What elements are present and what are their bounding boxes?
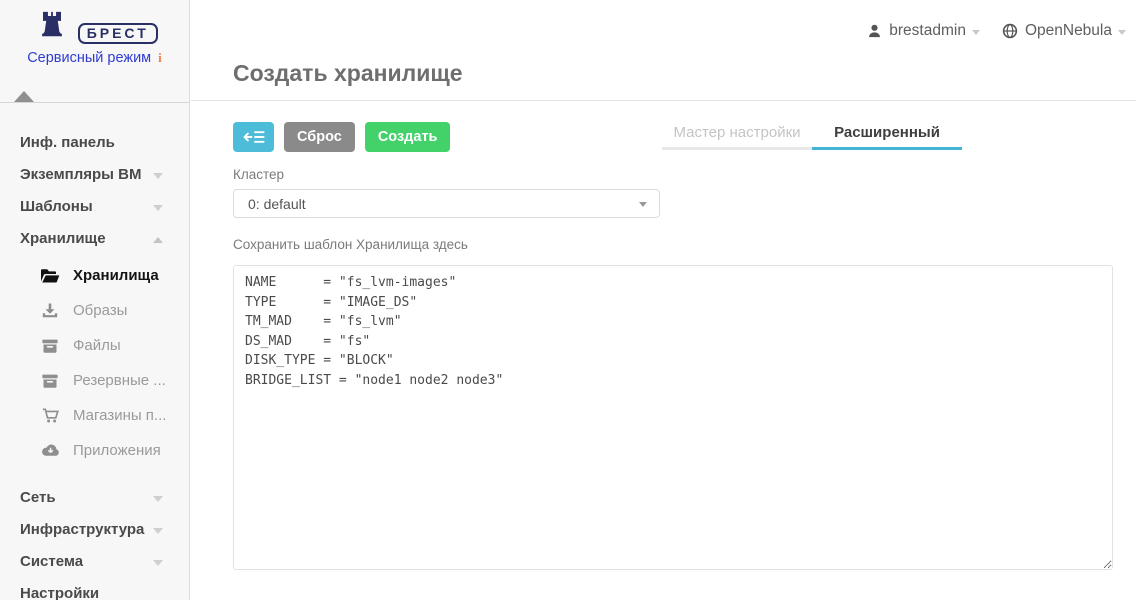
tab-advanced[interactable]: Расширенный — [812, 120, 962, 150]
template-label: Сохранить шаблон Хранилища здесь — [233, 237, 1113, 252]
cluster-selected-value: 0: default — [248, 196, 306, 212]
main-content: brestadmin OpenNebula Создать хранилище — [191, 0, 1136, 600]
sidebar-item-label: Магазины п... — [73, 407, 166, 424]
sidebar-item-templates[interactable]: Шаблоны — [0, 191, 189, 223]
cluster-label: Кластер — [233, 167, 1113, 182]
chevron-down-icon — [153, 528, 163, 534]
sidebar-item-apps[interactable]: Приложения — [0, 433, 189, 468]
top-menu: brestadmin OpenNebula — [867, 22, 1126, 40]
chevron-up-icon — [153, 237, 163, 243]
chevron-down-icon — [153, 560, 163, 566]
back-to-list-button[interactable] — [233, 122, 274, 152]
sidebar-item-label: Резервные ... — [73, 372, 166, 389]
tab-wizard[interactable]: Мастер настройки — [662, 120, 812, 150]
sidebar-item-network[interactable]: Сеть — [0, 482, 189, 514]
sidebar-nav: Инф. панель Экземпляры ВМ Шаблоны Хранил… — [0, 103, 189, 600]
chevron-down-icon — [153, 496, 163, 502]
sidebar-item-label: Шаблоны — [20, 198, 93, 215]
zone-menu[interactable]: OpenNebula — [1002, 22, 1126, 40]
shopping-cart-icon — [40, 408, 60, 423]
globe-icon — [1002, 23, 1018, 39]
sidebar-item-infrastructure[interactable]: Инфраструктура — [0, 514, 189, 546]
sidebar-item-label: Хранилища — [73, 267, 159, 284]
service-mode-link[interactable]: Сервисный режим — [27, 50, 151, 66]
chevron-down-icon — [153, 173, 163, 179]
sidebar-item-marketplaces[interactable]: Магазины п... — [0, 398, 189, 433]
download-icon — [40, 303, 60, 318]
info-icon[interactable]: i — [158, 50, 162, 65]
sidebar-item-backups[interactable]: Резервные ... — [0, 363, 189, 398]
cluster-select[interactable]: 0: default — [233, 189, 660, 218]
toolbar: Сброс Создать — [233, 122, 460, 152]
user-menu[interactable]: brestadmin — [867, 22, 980, 40]
datastore-form: Кластер 0: default Сохранить шаблон Хран… — [233, 167, 1113, 570]
mode-tabs: Мастер настройки Расширенный — [662, 120, 962, 150]
sidebar-item-label: Инф. панель — [20, 134, 115, 151]
zone-name: OpenNebula — [1025, 22, 1112, 40]
sidebar-item-label: Система — [20, 553, 83, 570]
sidebar-item-label: Образы — [73, 302, 127, 319]
chevron-down-icon — [639, 202, 647, 207]
sidebar-item-dashboard[interactable]: Инф. панель — [0, 127, 189, 159]
sidebar-item-vm-instances[interactable]: Экземпляры ВМ — [0, 159, 189, 191]
sidebar-item-label: Хранилище — [20, 230, 106, 247]
archive-box-icon — [40, 339, 60, 353]
app-window: БРЕСТ Сервисный режим i Инф. панель Экзем… — [0, 0, 1136, 600]
brand-header: БРЕСТ Сервисный режим i — [0, 0, 189, 103]
cloud-download-icon — [40, 444, 60, 457]
sidebar-item-label: Инфраструктура — [20, 521, 144, 538]
archive-box-icon — [40, 374, 60, 388]
create-button[interactable]: Создать — [365, 122, 451, 152]
sidebar-item-datastores[interactable]: Хранилища — [0, 258, 189, 293]
chevron-down-icon — [1118, 30, 1126, 35]
folder-open-icon — [40, 268, 60, 283]
sidebar-item-label: Файлы — [73, 337, 121, 354]
sidebar-item-files[interactable]: Файлы — [0, 328, 189, 363]
chevron-down-icon — [153, 205, 163, 211]
header-divider — [191, 100, 1136, 101]
user-name: brestadmin — [889, 22, 966, 40]
sidebar-item-label: Экземпляры ВМ — [20, 166, 142, 183]
sidebar-item-system[interactable]: Система — [0, 546, 189, 578]
sidebar-item-images[interactable]: Образы — [0, 293, 189, 328]
reset-button[interactable]: Сброс — [284, 122, 355, 152]
sidebar-item-label: Сеть — [20, 489, 56, 506]
chevron-down-icon — [972, 30, 980, 35]
storage-submenu: Хранилища Образы — [0, 255, 189, 472]
sidebar-collapse-icon[interactable] — [14, 91, 34, 102]
sidebar-item-label: Приложения — [73, 442, 161, 459]
sidebar-item-storage[interactable]: Хранилище — [0, 223, 189, 255]
arrow-left-list-icon — [243, 130, 265, 144]
sidebar: БРЕСТ Сервисный режим i Инф. панель Экзем… — [0, 0, 190, 600]
brand-logo: БРЕСТ — [78, 23, 158, 44]
castle-logo-icon — [31, 11, 73, 38]
page-title: Создать хранилище — [233, 60, 463, 87]
sidebar-item-settings[interactable]: Настройки — [0, 578, 189, 600]
sidebar-item-label: Настройки — [20, 585, 99, 600]
template-textarea[interactable]: NAME = "fs_lvm-images" TYPE = "IMAGE_DS"… — [233, 265, 1113, 570]
user-icon — [867, 23, 882, 39]
